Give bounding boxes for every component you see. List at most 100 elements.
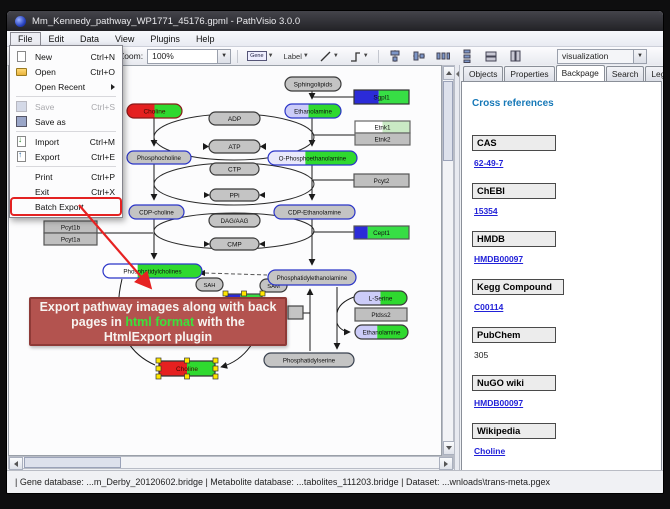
line-tool-icon [319, 50, 332, 63]
distribute-horizontal-button[interactable] [433, 47, 453, 65]
node-ppi[interactable]: PPi [210, 189, 259, 201]
crossref-db-name: ChEBI [472, 183, 556, 199]
elbow-connector-tool[interactable]: ▼ [346, 48, 372, 65]
node-l-serine[interactable]: L-Serine [354, 291, 407, 305]
node-phosphatidylethanolamine[interactable]: Phosphatidylethanolamine [268, 270, 356, 285]
menu-item-exit[interactable]: ExitCtrl+X [12, 184, 120, 199]
node-choline-selected[interactable]: Choline [156, 358, 218, 379]
tab-legend[interactable]: Legend [645, 66, 664, 81]
node-ptdss2[interactable]: Ptdss2 [355, 308, 407, 321]
crossref-link[interactable]: C00114 [474, 302, 503, 312]
canvas-vertical-scrollbar[interactable] [442, 65, 454, 456]
menu-data[interactable]: Data [72, 32, 107, 46]
svg-text:CTP: CTP [228, 166, 241, 173]
menu-item-open-recent[interactable]: Open Recent [12, 79, 120, 94]
node-sah[interactable]: SAH [196, 278, 223, 291]
node-cdp-choline[interactable]: CDP-choline [129, 205, 184, 219]
svg-text:Pcyt2: Pcyt2 [374, 178, 390, 185]
node-atp[interactable]: ATP [209, 140, 260, 153]
vertical-scroll-thumb[interactable] [443, 81, 453, 161]
node-ctp[interactable]: CTP [210, 163, 259, 175]
scroll-right-icon[interactable] [439, 457, 453, 470]
chevron-down-icon[interactable]: ▼ [268, 53, 274, 59]
node-ethanolamine-bottom[interactable]: Ethanolamine [355, 325, 408, 339]
menu-separator [16, 166, 116, 167]
annotation-line2: pages in html format with the [31, 315, 285, 330]
node-adp[interactable]: ADP [209, 112, 260, 125]
node-cmp[interactable]: CMP [210, 238, 259, 250]
distribute-vertical-button[interactable] [457, 47, 477, 65]
node-sgpl1[interactable]: Sgpl1 [354, 90, 409, 104]
node-phosphocholine[interactable]: Phosphocholine [127, 151, 191, 164]
screenshot-root: { "window": { "title": "Mm_Kennedy_pathw… [0, 0, 670, 509]
chevron-down-icon[interactable]: ▼ [363, 53, 369, 59]
visualization-dropdown-icon[interactable]: ▼ [633, 50, 646, 63]
crossref-section-wikipedia: Wikipedia Choline [472, 423, 651, 459]
menu-item-print[interactable]: PrintCtrl+P [12, 169, 120, 184]
menu-item-batch-export[interactable]: Batch Export [12, 199, 120, 214]
crossref-section-chebi: ChEBI 15354 [472, 183, 651, 219]
node-o-phosphoethanolamine[interactable]: O-Phosphoethanolamine [268, 151, 357, 165]
node-phosphatidylcholines[interactable]: Phosphatidylcholines [103, 264, 202, 278]
horizontal-scroll-thumb[interactable] [24, 457, 121, 468]
menu-help[interactable]: Help [188, 32, 223, 46]
crossref-db-name: Kegg Compound [472, 279, 564, 295]
common-height-icon [508, 49, 522, 63]
visualization-value: visualization [562, 51, 633, 61]
tab-objects[interactable]: Objects [463, 66, 503, 81]
menu-item-save-as[interactable]: Save as [12, 114, 120, 129]
node-pcyt1b[interactable]: Pcyt1b [44, 221, 97, 233]
submenu-arrow-icon [111, 84, 115, 90]
align-middle-button[interactable] [409, 47, 429, 65]
menu-file[interactable]: File [10, 32, 41, 46]
menu-item-export[interactable]: ↑ ExportCtrl+E [12, 149, 120, 164]
tab-search[interactable]: Search [606, 66, 645, 81]
node-dag-aag[interactable]: DAG/AAG [209, 214, 260, 227]
node-cdp-ethanolamine[interactable]: CDP-Ethanolamine [274, 205, 355, 219]
chevron-down-icon[interactable]: ▼ [303, 53, 309, 59]
crossref-link[interactable]: 15354 [474, 206, 498, 216]
label-tool[interactable]: Label ▼ [281, 50, 312, 63]
crossref-link[interactable]: 62-49-7 [474, 158, 503, 168]
node-phosphatidylserine[interactable]: Phosphatidylserine [264, 353, 354, 367]
tab-properties[interactable]: Properties [504, 66, 554, 81]
menu-item-open[interactable]: OpenCtrl+O [12, 64, 120, 79]
svg-text:O-Phosphoethanolamine: O-Phosphoethanolamine [279, 155, 347, 162]
menu-item-import[interactable]: ↓ ImportCtrl+M [12, 134, 120, 149]
svg-text:DAG/AAG: DAG/AAG [221, 218, 249, 225]
canvas-horizontal-scrollbar[interactable] [8, 456, 454, 469]
node-choline-top[interactable]: Choline [127, 104, 182, 118]
scroll-left-icon[interactable] [9, 457, 23, 470]
crossref-heading: Cross references [472, 98, 651, 109]
zoom-combobox[interactable]: 100% ▼ [147, 49, 231, 64]
zoom-dropdown-icon[interactable]: ▼ [217, 50, 230, 63]
crossref-link[interactable]: Choline [474, 446, 505, 456]
crossref-section-pubchem: PubChem 305 [472, 327, 651, 363]
menu-item-new[interactable]: NewCtrl+N [12, 49, 120, 64]
crossref-link[interactable]: HMDB00097 [474, 254, 523, 264]
node-etnk2[interactable]: Etnk2 [355, 133, 410, 145]
common-width-button[interactable] [481, 47, 501, 65]
node-sphingolipids[interactable]: Sphingolipids [285, 77, 341, 91]
visualization-combobox[interactable]: visualization ▼ [557, 49, 647, 64]
common-height-button[interactable] [505, 47, 525, 65]
node-pcyt1a[interactable]: Pcyt1a [44, 233, 97, 245]
menu-edit[interactable]: Edit [41, 32, 73, 46]
line-tool[interactable]: ▼ [316, 48, 342, 65]
svg-text:PPi: PPi [229, 192, 239, 199]
menu-view[interactable]: View [107, 32, 142, 46]
node-anchor-box[interactable] [288, 306, 303, 319]
svg-text:Ethanolamine: Ethanolamine [363, 329, 401, 336]
node-cept1[interactable]: Cept1 [354, 226, 409, 239]
chevron-down-icon[interactable]: ▼ [333, 53, 339, 59]
align-center-button[interactable] [385, 47, 405, 65]
menu-separator [16, 131, 116, 132]
crossref-link[interactable]: HMDB00097 [474, 398, 523, 408]
node-pcyt2[interactable]: Pcyt2 [354, 174, 409, 187]
tab-backpage[interactable]: Backpage [556, 65, 605, 81]
menu-plugins[interactable]: Plugins [142, 32, 188, 46]
node-ethanolamine-top[interactable]: Ethanolamine [285, 104, 341, 118]
gene-datanode-tool[interactable]: Gene ▼ [244, 49, 276, 63]
node-etnk1[interactable]: Etnk1 [355, 121, 410, 133]
window-title: Mm_Kennedy_pathway_WP1771_45176.gpml - P… [32, 16, 300, 27]
